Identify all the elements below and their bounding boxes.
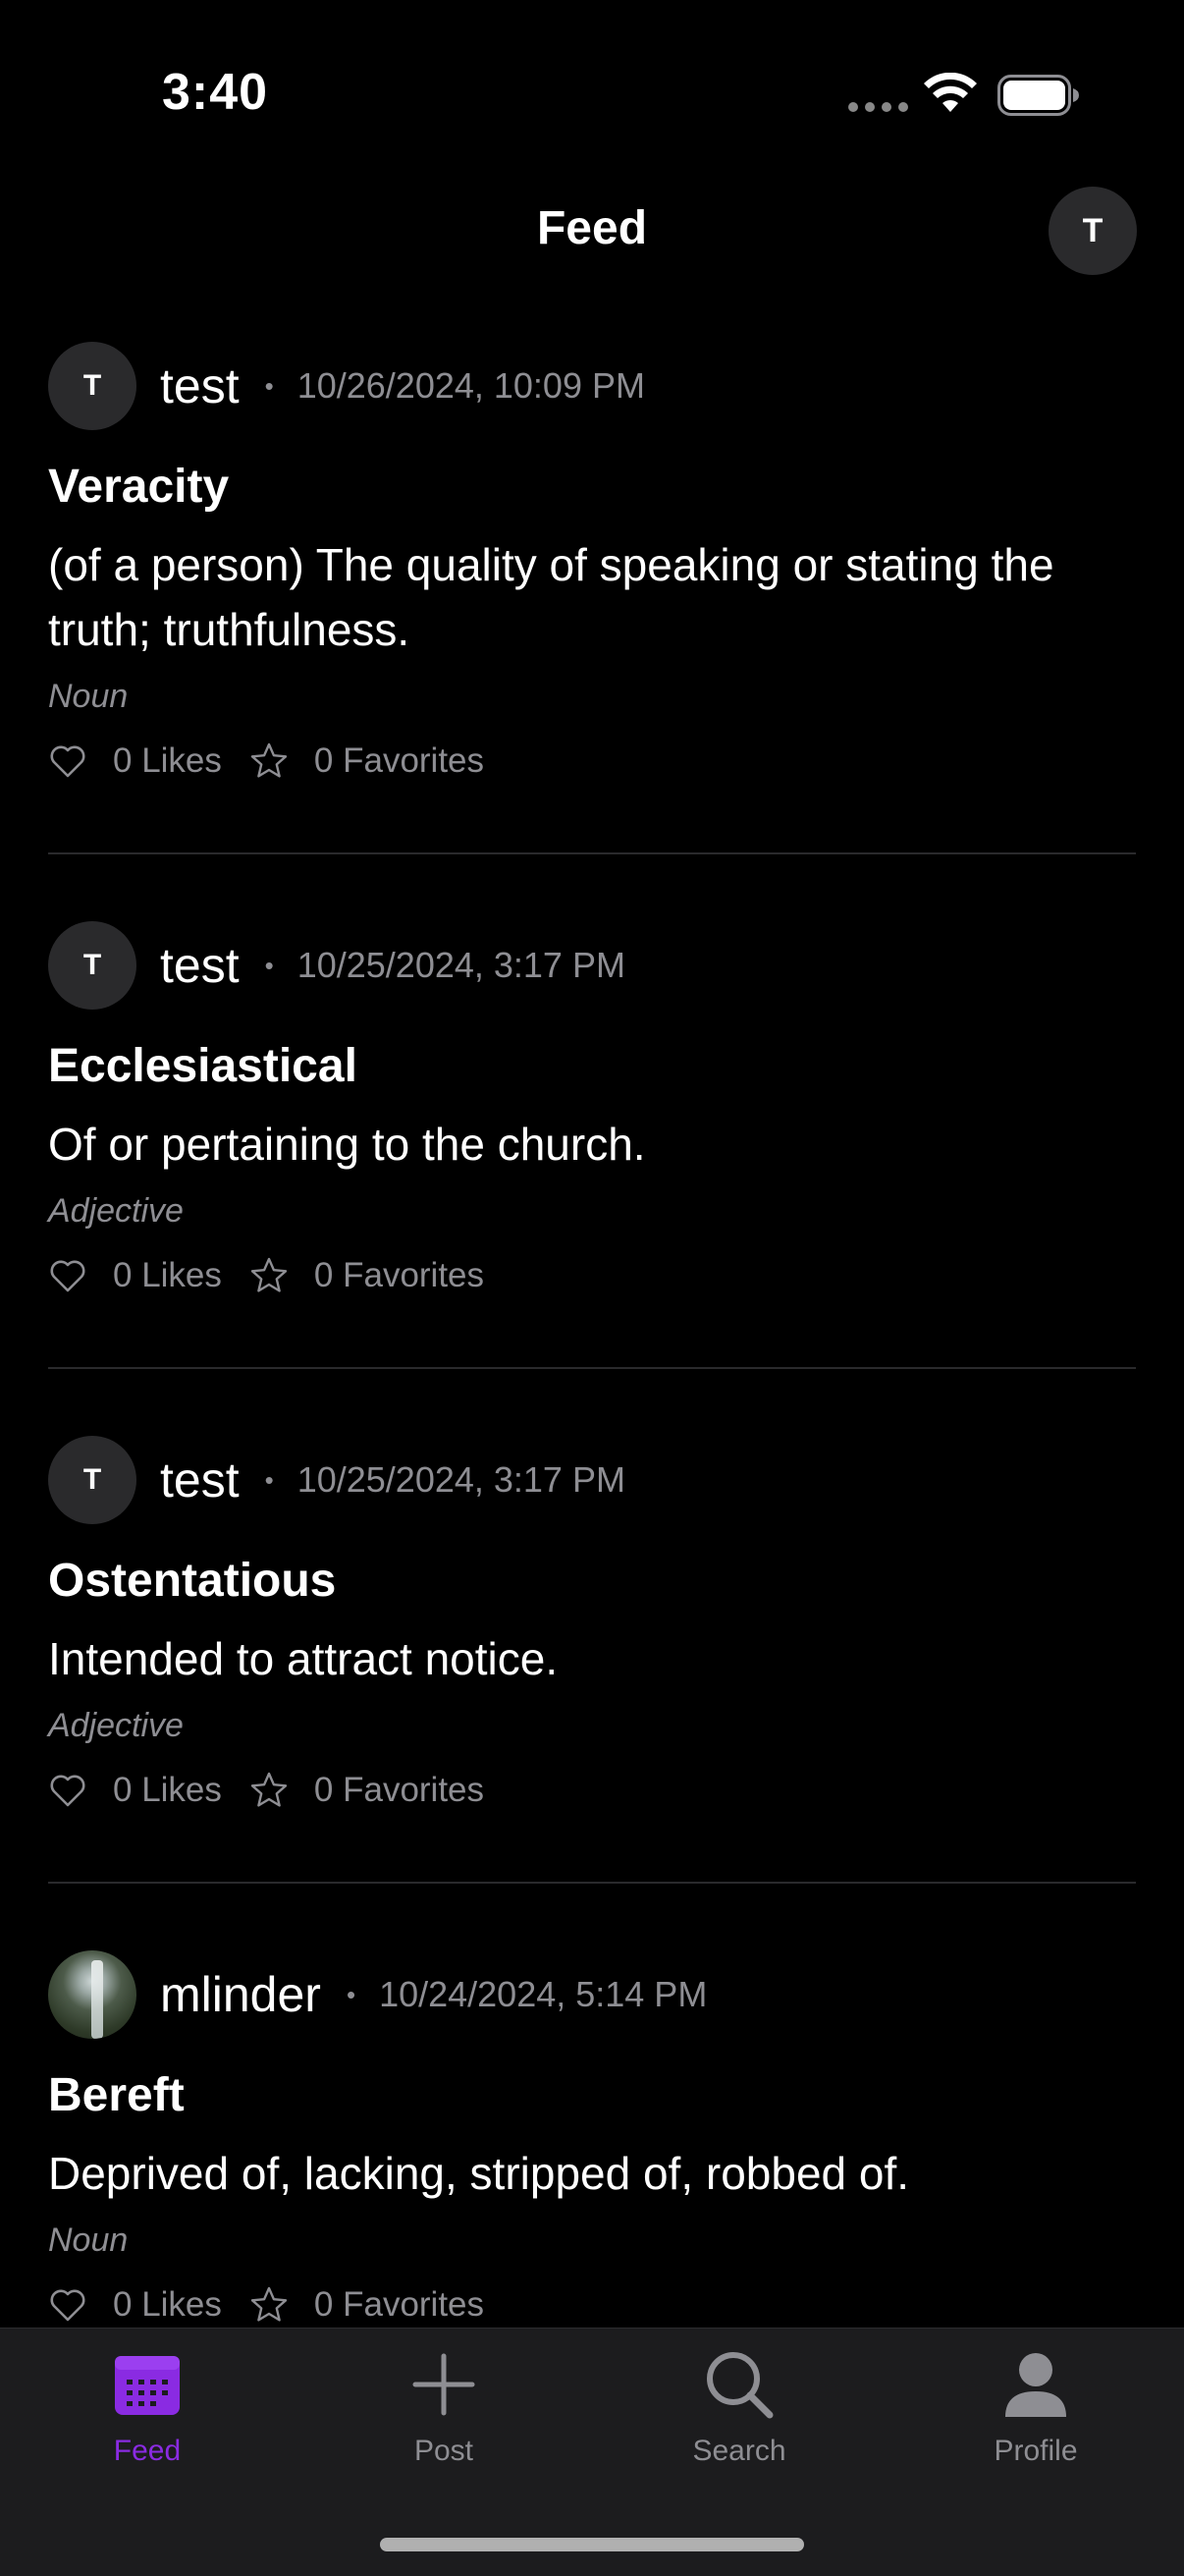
like-button[interactable]: 0 Likes bbox=[48, 741, 222, 781]
post-header: mlinder • 10/24/2024, 5:14 PM bbox=[48, 1950, 1136, 2039]
status-bar: 3:40 bbox=[0, 0, 1184, 196]
username[interactable]: test bbox=[160, 357, 240, 414]
separator-dot: • bbox=[346, 1979, 356, 2009]
user-avatar[interactable]: T bbox=[48, 342, 136, 430]
user-avatar[interactable]: T bbox=[48, 921, 136, 1010]
heart-icon bbox=[50, 745, 85, 778]
likes-count: 0 Likes bbox=[113, 1771, 222, 1809]
cellular-signal-icon bbox=[848, 102, 908, 112]
post-header: T test • 10/25/2024, 3:17 PM bbox=[48, 921, 1136, 1010]
heart-icon bbox=[50, 1260, 85, 1292]
post-definition: Of or pertaining to the church. bbox=[48, 1119, 646, 1170]
profile-avatar-button[interactable]: T bbox=[1049, 187, 1137, 275]
home-indicator bbox=[380, 2538, 804, 2551]
feed-post[interactable]: T test • 10/25/2024, 3:17 PM Ecclesiasti… bbox=[48, 921, 1136, 1369]
likes-count: 0 Likes bbox=[113, 741, 222, 780]
favorite-button[interactable]: 0 Favorites bbox=[249, 741, 484, 781]
wifi-icon bbox=[924, 73, 977, 112]
part-of-speech: Adjective bbox=[48, 1192, 184, 1230]
username[interactable]: test bbox=[160, 937, 240, 994]
person-icon bbox=[1005, 2353, 1066, 2417]
post-actions: 0 Likes 0 Favorites bbox=[48, 1766, 1136, 1815]
tab-search[interactable]: Search bbox=[621, 2348, 857, 2468]
star-icon bbox=[250, 1772, 288, 1807]
favorites-count: 0 Favorites bbox=[313, 2285, 485, 2324]
star-icon bbox=[250, 2286, 288, 2322]
separator-dot: • bbox=[264, 370, 274, 401]
favorite-button[interactable]: 0 Favorites bbox=[249, 2285, 484, 2325]
username[interactable]: test bbox=[160, 1452, 240, 1508]
post-timestamp: 10/26/2024, 10:09 PM bbox=[296, 365, 645, 406]
post-timestamp: 10/24/2024, 5:14 PM bbox=[379, 1974, 708, 2014]
feed-post[interactable]: T test • 10/25/2024, 3:17 PM Ostentatiou… bbox=[48, 1436, 1136, 1884]
heart-icon bbox=[50, 2289, 85, 2322]
separator-dot: • bbox=[264, 950, 274, 980]
favorites-count: 0 Favorites bbox=[313, 741, 485, 780]
like-button[interactable]: 0 Likes bbox=[48, 1256, 222, 1295]
tab-profile[interactable]: Profile bbox=[918, 2348, 1154, 2468]
search-icon bbox=[707, 2352, 774, 2419]
tab-label: Feed bbox=[113, 2435, 182, 2467]
post-word: Ostentatious bbox=[48, 1555, 337, 1607]
feed-post[interactable]: mlinder • 10/24/2024, 5:14 PM Bereft Dep… bbox=[48, 1950, 1136, 2328]
feed-post[interactable]: T test • 10/26/2024, 10:09 PM Veracity (… bbox=[48, 342, 1136, 854]
post-word: Ecclesiastical bbox=[48, 1040, 357, 1092]
likes-count: 0 Likes bbox=[113, 1256, 222, 1294]
favorite-button[interactable]: 0 Favorites bbox=[249, 1256, 484, 1295]
post-definition: Deprived of, lacking, stripped of, robbe… bbox=[48, 2148, 910, 2199]
user-avatar[interactable] bbox=[48, 1950, 136, 2039]
part-of-speech: Noun bbox=[48, 678, 129, 715]
post-definition: (of a person) The quality of speaking or… bbox=[48, 539, 1054, 655]
tab-post[interactable]: Post bbox=[326, 2348, 562, 2468]
post-timestamp: 10/25/2024, 3:17 PM bbox=[296, 1459, 625, 1500]
post-word: Bereft bbox=[48, 2069, 185, 2121]
tab-label: Search bbox=[692, 2435, 786, 2467]
plus-icon bbox=[412, 2353, 475, 2416]
star-icon bbox=[250, 742, 288, 778]
status-time: 3:40 bbox=[162, 64, 269, 121]
user-avatar[interactable]: T bbox=[48, 1436, 136, 1524]
post-definition: Intended to attract notice. bbox=[48, 1633, 559, 1684]
page-title: Feed bbox=[536, 202, 648, 254]
tab-label: Post bbox=[413, 2435, 474, 2467]
part-of-speech: Noun bbox=[48, 2221, 129, 2259]
like-button[interactable]: 0 Likes bbox=[48, 1771, 222, 1810]
tab-feed[interactable]: Feed bbox=[29, 2348, 265, 2468]
calendar-icon bbox=[115, 2356, 180, 2415]
tab-label: Profile bbox=[994, 2435, 1078, 2467]
post-actions: 0 Likes 0 Favorites bbox=[48, 737, 1136, 786]
post-actions: 0 Likes 0 Favorites bbox=[48, 1251, 1136, 1300]
heart-icon bbox=[50, 1775, 85, 1807]
favorite-button[interactable]: 0 Favorites bbox=[249, 1771, 484, 1810]
post-word: Veracity bbox=[48, 461, 230, 513]
like-button[interactable]: 0 Likes bbox=[48, 2285, 222, 2325]
likes-count: 0 Likes bbox=[113, 2285, 222, 2324]
feed-list[interactable]: T test • 10/26/2024, 10:09 PM Veracity (… bbox=[0, 342, 1184, 2328]
star-icon bbox=[250, 1257, 288, 1292]
post-header: T test • 10/26/2024, 10:09 PM bbox=[48, 342, 1136, 430]
post-header: T test • 10/25/2024, 3:17 PM bbox=[48, 1436, 1136, 1524]
part-of-speech: Adjective bbox=[48, 1707, 184, 1744]
battery-icon bbox=[997, 75, 1079, 116]
post-timestamp: 10/25/2024, 3:17 PM bbox=[296, 945, 625, 985]
separator-dot: • bbox=[264, 1464, 274, 1495]
username[interactable]: mlinder bbox=[160, 1966, 321, 2023]
favorites-count: 0 Favorites bbox=[313, 1256, 485, 1294]
post-actions: 0 Likes 0 Favorites bbox=[48, 2280, 1136, 2328]
favorites-count: 0 Favorites bbox=[313, 1771, 485, 1809]
